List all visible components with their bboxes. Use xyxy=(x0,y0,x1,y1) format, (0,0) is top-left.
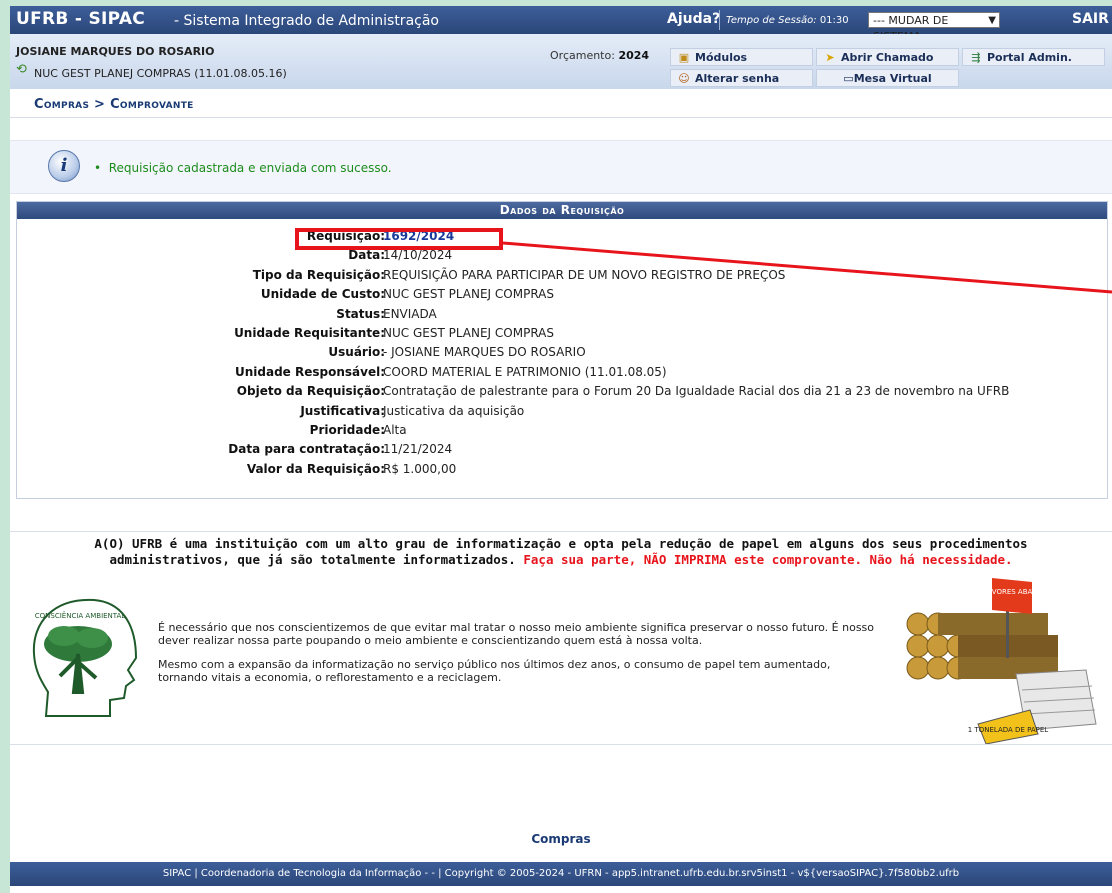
field-label: Objeto da Requisição: xyxy=(236,384,385,399)
environment-notice: A(O) UFRB é uma instituição com um alto … xyxy=(10,531,1112,745)
field-label: Valor da Requisição: xyxy=(246,461,385,476)
sign-text: 40 ÁRVORES ABATIDAS xyxy=(971,587,1053,596)
field-row: Unidade Responsável: COORD MATERIAL E PAT… xyxy=(17,363,1107,382)
logo-text: CONSCIÊNCIA AMBIENTAL xyxy=(35,611,126,620)
field-value: 11/21/2024 xyxy=(383,442,453,457)
log-pile xyxy=(906,612,1058,680)
field-label: Usuário: xyxy=(328,345,385,360)
field-label: Unidade Requisitante: xyxy=(234,326,385,340)
field-row: Justificativa: Justicativa da aquisição xyxy=(17,402,1107,421)
field-label: Unidade Responsável: xyxy=(234,364,385,379)
field-value: Alta xyxy=(383,423,407,437)
field-value: ENVIADA xyxy=(383,306,437,321)
footer: SIPAC | Coordenadoria de Tecnologia da I… xyxy=(10,862,1112,886)
tag-text: 1 TONELADA DE PAPEL xyxy=(968,726,1048,734)
module-footer-link[interactable]: Compras xyxy=(10,832,1112,846)
annotation-arrow xyxy=(502,241,1112,294)
field-value: Justicativa da aquisição xyxy=(383,403,525,418)
field-label: Data para contratação: xyxy=(228,442,385,457)
field-value: Contratação de palestrante para o Forum … xyxy=(383,384,1010,399)
field-label: Prioridade: xyxy=(309,423,385,437)
field-row: Usuário: - JOSIANE MARQUES DO ROSARIO xyxy=(17,343,1107,362)
notice-paragraph: Mesmo com a expansão da informatização n… xyxy=(158,658,831,684)
notice-heading: A(O) UFRB é uma instituição com um alto … xyxy=(94,536,1028,567)
field-row: Status: ENVIADA xyxy=(17,305,1107,324)
page: UFRB - SIPAC - Sistema Integrado de Admi… xyxy=(10,6,1112,893)
field-label: Justificativa: xyxy=(300,403,385,418)
field-row: Unidade Requisitante: NUC GEST PLANEJ COM… xyxy=(17,324,1107,343)
field-row: Objeto da Requisição: Contratação de pale… xyxy=(17,382,1107,401)
field-value: R$ 1.000,00 xyxy=(383,461,457,476)
field-value: - JOSIANE MARQUES DO ROSARIO xyxy=(383,345,586,360)
notice-text: É necessário que nos conscientizemos de … xyxy=(158,621,878,695)
field-value: NUC GEST PLANEJ COMPRAS xyxy=(383,326,555,340)
field-value: COORD MATERIAL E PATRIMONIO (11.01.08.05… xyxy=(383,364,667,379)
field-row: Data para contratação: 11/21/2024 xyxy=(17,440,1107,459)
environmental-awareness-logo: CONSCIÊNCIA AMBIENTAL xyxy=(32,598,138,717)
field-row: Prioridade: Alta xyxy=(17,421,1107,440)
logs-and-paper-illustration: 40 ÁRVORES ABATIDAS 1 TONELADA DE PAPEL xyxy=(906,578,1097,744)
field-label: Status: xyxy=(336,306,385,321)
notice-paragraph: É necessário que nos conscientizemos de … xyxy=(158,621,875,647)
field-row: Valor da Requisição: R$ 1.000,00 xyxy=(17,460,1107,479)
